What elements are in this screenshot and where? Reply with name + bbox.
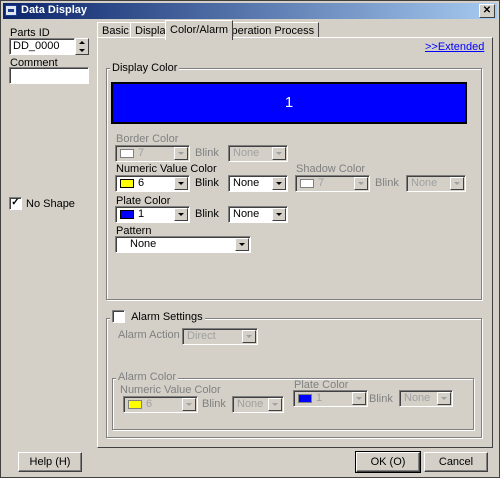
chevron-down-icon[interactable]	[242, 330, 256, 343]
border-color-select[interactable]: 7	[115, 145, 190, 162]
chevron-down-icon[interactable]	[174, 177, 188, 190]
alarm-numeric-value-color-select[interactable]: 6	[123, 396, 198, 413]
chevron-down-icon[interactable]	[352, 392, 366, 405]
close-icon: ✕	[482, 5, 492, 16]
shadow-blink-label: Blink	[375, 177, 399, 189]
chevron-down-icon[interactable]	[272, 147, 286, 160]
border-blink-value: None	[233, 147, 260, 159]
shadow-color-swatch	[300, 179, 314, 188]
pattern-select[interactable]: None	[115, 236, 251, 253]
tab-color-alarm[interactable]: Color/Alarm	[165, 20, 234, 40]
alarm-color-group-label: Alarm Color	[116, 371, 179, 383]
alarm-numeric-value-color-value: 6	[146, 398, 153, 410]
numeric-value-color-label: Numeric Value Color	[116, 163, 217, 175]
chevron-down-icon[interactable]	[272, 177, 286, 190]
tab-operation-process-label: Operation Process	[223, 25, 315, 37]
chevron-down-icon[interactable]	[174, 208, 188, 221]
alarm-numeric-blink-value: None	[237, 398, 264, 410]
help-button[interactable]: Help (H)	[18, 452, 82, 472]
display-color-group-label: Display Color	[110, 62, 180, 74]
data-display-window: Data Display ✕ Parts ID DD_0000 Comment …	[0, 0, 500, 478]
alarm-plate-color-value: 1	[316, 392, 323, 404]
window-title: Data Display	[21, 4, 88, 16]
chevron-down-icon[interactable]	[174, 147, 188, 160]
comment-field[interactable]	[9, 67, 89, 84]
checkmark-icon: ✓	[11, 197, 20, 208]
color-alarm-panel: >>Extended Display Color 1 Border Color …	[97, 37, 493, 448]
alarm-plate-blink-value: None	[404, 392, 431, 404]
chevron-down-icon[interactable]	[450, 177, 464, 190]
shadow-color-select[interactable]: 7	[295, 175, 370, 192]
alarm-plate-blink-select[interactable]: None	[399, 390, 453, 407]
cancel-button-label: Cancel	[438, 456, 474, 468]
alarm-numeric-value-color-swatch	[128, 400, 142, 409]
shadow-blink-value: None	[411, 177, 438, 189]
alarm-numeric-value-color-label: Numeric Value Color	[120, 384, 221, 396]
close-button[interactable]: ✕	[479, 4, 495, 18]
no-shape-label: No Shape	[26, 198, 75, 210]
alarm-action-value: Direct	[187, 330, 216, 342]
border-color-label: Border Color	[116, 133, 179, 145]
alarm-action-label: Alarm Action	[118, 329, 180, 341]
numeric-blink-value: None	[233, 177, 260, 189]
ok-button[interactable]: OK (O)	[355, 451, 421, 473]
help-button-label: Help (H)	[29, 456, 71, 468]
window-icon	[5, 5, 17, 16]
ok-button-label: OK (O)	[370, 456, 406, 468]
numeric-value-color-value: 6	[138, 177, 145, 189]
pattern-value: None	[130, 238, 157, 250]
plate-color-swatch	[120, 210, 134, 219]
tab-basic-label: Basic	[102, 25, 129, 37]
no-shape-checkbox[interactable]: ✓	[9, 197, 22, 210]
alarm-plate-blink-label: Blink	[369, 393, 393, 405]
parts-id-field[interactable]: DD_0000	[9, 38, 75, 55]
cancel-button[interactable]: Cancel	[424, 452, 488, 472]
shadow-blink-select[interactable]: None	[406, 175, 466, 192]
parts-id-spinner[interactable]	[75, 38, 89, 55]
alarm-numeric-blink-select[interactable]: None	[232, 396, 284, 413]
plate-blink-select[interactable]: None	[228, 206, 288, 223]
border-blink-select[interactable]: None	[228, 145, 288, 162]
chevron-down-icon[interactable]	[268, 398, 282, 411]
alarm-settings-label: Alarm Settings	[131, 310, 203, 323]
border-color-value: 7	[138, 147, 145, 159]
numeric-blink-label: Blink	[195, 177, 219, 189]
chevron-down-icon[interactable]	[235, 238, 249, 251]
chevron-down-icon[interactable]	[437, 392, 451, 405]
numeric-value-color-swatch	[120, 179, 134, 188]
parts-id-value: DD_0000	[13, 40, 60, 52]
title-bar[interactable]: Data Display ✕	[3, 3, 497, 19]
plate-blink-label: Blink	[195, 208, 219, 220]
tab-color-alarm-label: Color/Alarm	[170, 24, 229, 36]
alarm-action-select[interactable]: Direct	[182, 328, 258, 345]
alarm-plate-color-select[interactable]: 1	[293, 390, 368, 407]
alarm-numeric-blink-label: Blink	[202, 398, 226, 410]
shadow-color-label: Shadow Color	[296, 163, 366, 175]
plate-color-select[interactable]: 1	[115, 206, 190, 223]
chevron-down-icon[interactable]	[354, 177, 368, 190]
border-blink-label: Blink	[195, 147, 219, 159]
plate-color-value: 1	[138, 208, 145, 220]
alarm-plate-color-swatch	[298, 394, 312, 403]
display-preview: 1	[111, 82, 467, 124]
border-color-swatch	[120, 149, 134, 158]
extended-link[interactable]: >>Extended	[425, 41, 484, 53]
chevron-down-icon[interactable]	[182, 398, 196, 411]
numeric-blink-select[interactable]: None	[228, 175, 288, 192]
plate-blink-value: None	[233, 208, 260, 220]
alarm-settings-checkbox[interactable]	[112, 310, 125, 323]
preview-value: 1	[284, 94, 294, 111]
shadow-color-value: 7	[318, 177, 325, 189]
numeric-value-color-select[interactable]: 6	[115, 175, 190, 192]
alarm-settings-header: Alarm Settings	[110, 310, 205, 323]
chevron-down-icon[interactable]	[272, 208, 286, 221]
